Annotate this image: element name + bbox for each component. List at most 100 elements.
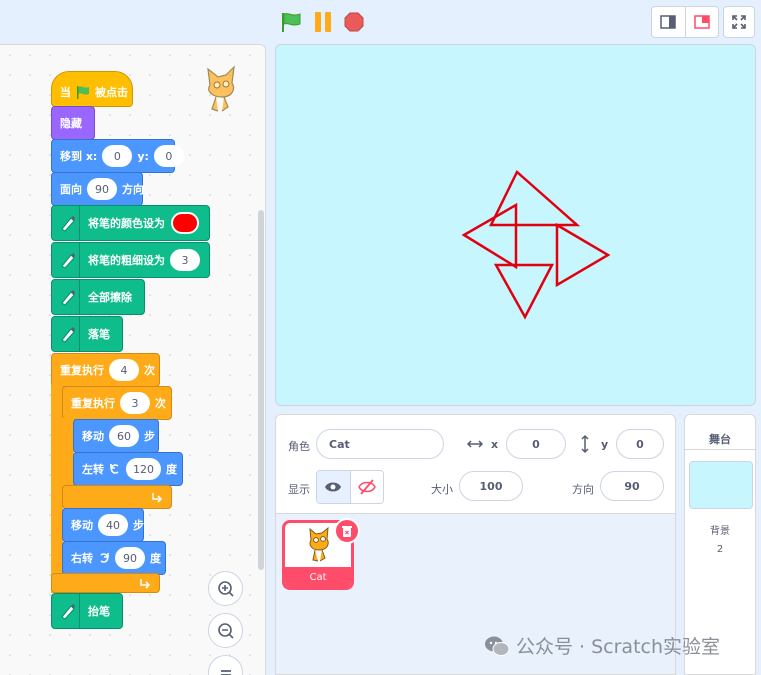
sprite-label: 角色 — [288, 440, 310, 453]
large-stage-button[interactable] — [684, 7, 719, 37]
pen-up-block[interactable]: 抬笔 — [51, 593, 123, 629]
triangle-bottom — [493, 263, 555, 320]
sprite-name-input[interactable]: Cat — [316, 429, 444, 459]
cat-costume-icon — [309, 526, 329, 562]
block-label: 步 — [144, 430, 155, 443]
sprite-name-value: Cat — [329, 437, 350, 451]
sprite-info-panel: 角色 Cat x 0 y 0 显示 大小 100 方向 90 — [275, 414, 676, 514]
pen-down-block[interactable]: 落笔 — [51, 316, 123, 352]
block-label: 落笔 — [88, 328, 110, 341]
block-label: 全部擦除 — [88, 291, 132, 304]
pen-icon — [52, 594, 80, 628]
divider — [685, 449, 755, 450]
x-input[interactable]: 0 — [102, 145, 133, 167]
goto-xy-block[interactable]: 移到 x: 0 y: 0 — [51, 139, 184, 173]
direction-label: 方向 — [572, 483, 594, 496]
loop-arrow-icon — [140, 579, 151, 589]
triangle-top — [488, 169, 581, 227]
block-label: 右转 — [71, 552, 93, 565]
fullscreen-icon — [732, 15, 746, 29]
erase-all-block[interactable]: 全部擦除 — [51, 279, 145, 315]
zoom-in-button[interactable] — [208, 571, 243, 606]
repeat-count-input[interactable]: 3 — [120, 392, 150, 414]
fullscreen-button[interactable] — [723, 6, 755, 38]
block-label: 步 — [133, 519, 144, 532]
hide-button[interactable] — [349, 471, 384, 503]
size-label: 大小 — [431, 483, 453, 496]
repeat-inner-end — [62, 485, 172, 509]
set-pen-color-block[interactable]: 将笔的颜色设为 — [51, 205, 210, 241]
watermark: 公众号 · Scratch实验室 — [484, 632, 720, 659]
show-button[interactable] — [317, 471, 350, 503]
y-value: 0 — [636, 437, 644, 451]
workspace-scrollbar[interactable] — [258, 210, 264, 570]
zoom-out-button[interactable] — [208, 613, 243, 648]
triangle-right — [555, 222, 611, 288]
y-position-input[interactable]: 0 — [616, 429, 664, 459]
code-workspace[interactable]: 当 被点击 隐藏 移到 x: 0 y: 0 面向 90 方向 将笔的颜色设为 将… — [0, 44, 266, 675]
eye-icon — [325, 482, 342, 492]
pen-icon — [52, 206, 80, 240]
backdrop-thumbnail[interactable] — [689, 461, 753, 509]
block-label: 抬笔 — [88, 605, 110, 618]
stage-canvas[interactable] — [275, 44, 756, 406]
y-input[interactable]: 0 — [153, 145, 184, 167]
set-pen-size-block[interactable]: 将笔的粗细设为 3 — [51, 242, 210, 278]
pen-icon — [52, 243, 80, 277]
loop-arrow-icon — [152, 493, 163, 503]
block-label: 移动 — [82, 430, 104, 443]
color-picker[interactable] — [171, 212, 199, 234]
block-label: 度 — [166, 463, 177, 476]
pen-size-input[interactable]: 3 — [170, 249, 200, 271]
x-label: x — [491, 438, 499, 451]
repeat-outer-block[interactable]: 重复执行 4 次 — [51, 353, 160, 387]
x-arrows-icon — [466, 440, 484, 448]
turn-left-block[interactable]: 左转 120 度 — [73, 452, 183, 486]
block-label: 重复执行 — [60, 364, 104, 377]
block-label: 面向 — [60, 183, 82, 196]
repeat-outer-end — [51, 573, 160, 593]
degrees-input[interactable]: 120 — [126, 458, 161, 480]
steps-input[interactable]: 40 — [98, 514, 128, 536]
block-label: 左转 — [82, 463, 104, 476]
block-label: 被点击 — [95, 86, 128, 99]
block-label: 重复执行 — [71, 397, 115, 410]
steps-input[interactable]: 60 — [109, 425, 139, 447]
large-stage-icon — [694, 15, 710, 29]
repeat-inner-block[interactable]: 重复执行 3 次 — [62, 386, 172, 420]
block-label: 移动 — [71, 519, 93, 532]
backdrops-count: 2 — [716, 544, 724, 555]
block-label: 次 — [155, 397, 166, 410]
rotate-left-icon — [110, 464, 119, 474]
direction-input[interactable]: 90 — [87, 178, 117, 200]
repeat-count-input[interactable]: 4 — [109, 359, 139, 381]
pen-icon — [52, 280, 80, 314]
visibility-toggle[interactable] — [316, 470, 384, 504]
sprite-tile-name: Cat — [285, 567, 351, 587]
small-stage-button[interactable] — [652, 7, 685, 37]
block-label: 隐藏 — [60, 117, 82, 130]
zoom-reset-button[interactable] — [208, 655, 243, 675]
delete-sprite-button[interactable] — [334, 518, 360, 544]
turn-right-block[interactable]: 右转 90 度 — [62, 541, 166, 575]
move-steps-block[interactable]: 移动 40 步 — [62, 508, 144, 542]
stage-title: 舞台 — [709, 433, 731, 446]
move-steps-block[interactable]: 移动 60 步 — [73, 419, 159, 453]
wechat-icon — [485, 636, 510, 656]
trash-icon — [342, 525, 352, 537]
when-flag-clicked-block[interactable]: 当 被点击 — [51, 71, 133, 107]
zoom-in-icon — [217, 580, 234, 597]
block-label: 次 — [144, 364, 155, 377]
size-value: 100 — [479, 479, 503, 493]
stage-size-toggle[interactable] — [651, 6, 719, 38]
pause-icon[interactable] — [313, 12, 333, 32]
hide-block[interactable]: 隐藏 — [51, 106, 95, 140]
degrees-input[interactable]: 90 — [115, 547, 145, 569]
zoom-out-icon — [217, 622, 234, 639]
x-position-input[interactable]: 0 — [506, 429, 566, 459]
point-direction-block[interactable]: 面向 90 方向 — [51, 172, 144, 206]
stop-icon[interactable] — [344, 12, 364, 32]
size-input[interactable]: 100 — [459, 471, 523, 501]
direction-input[interactable]: 90 — [600, 471, 664, 501]
green-flag-icon[interactable] — [280, 12, 302, 32]
